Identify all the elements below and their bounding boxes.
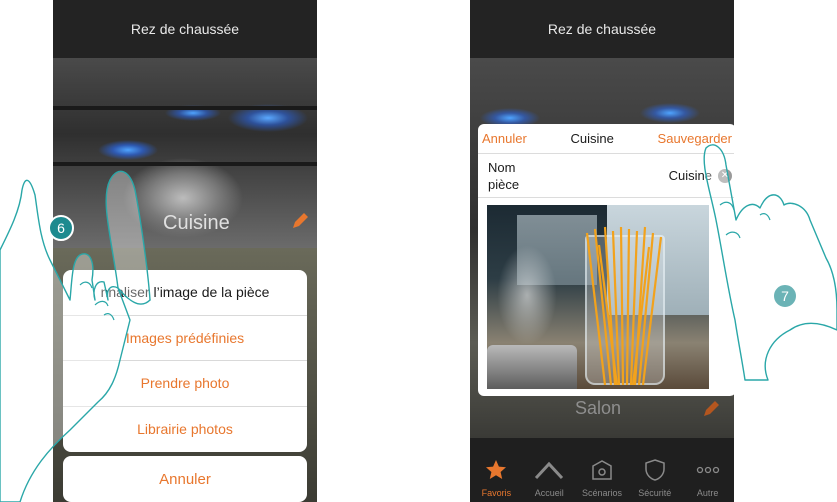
tab-favoris[interactable]: Favoris bbox=[470, 438, 523, 502]
pot-shape bbox=[487, 345, 577, 389]
screen-title-bar: Rez de chaussée bbox=[53, 0, 317, 58]
option-label: Prendre photo bbox=[140, 375, 230, 392]
tab-label: Favoris bbox=[481, 488, 512, 498]
spaghetti-shape bbox=[585, 226, 663, 385]
room-name-field[interactable]: Cuisine ✕ bbox=[669, 168, 732, 183]
more-icon bbox=[696, 466, 719, 474]
tab-scenarios[interactable]: Scénarios bbox=[576, 438, 629, 502]
home-icon bbox=[535, 461, 564, 480]
option-label: Images prédéfinies bbox=[125, 329, 245, 346]
scenarios-icon bbox=[592, 460, 612, 480]
sheet-header-label: nnaliser l’image de la pièce bbox=[100, 284, 270, 301]
tab-label: Accueil bbox=[534, 488, 564, 498]
step-number: 6 bbox=[57, 220, 65, 236]
right-phone-screen: Rez de chaussée Annuler Cuisine Sauvegar… bbox=[470, 0, 734, 502]
stove-grate bbox=[53, 106, 317, 110]
step-badge: 7 bbox=[772, 283, 798, 309]
option-label: Librairie photos bbox=[137, 421, 233, 438]
tab-autre[interactable]: Autre bbox=[681, 438, 734, 502]
room-name-field-label: Nom pièce bbox=[488, 159, 520, 192]
dialog-header: Annuler Cuisine Sauvegarder bbox=[478, 124, 734, 154]
predefined-images-option[interactable]: Images prédéfinies bbox=[63, 316, 307, 361]
left-phone-screen: Rez de chaussée Cuisine nnaliser l’image… bbox=[53, 0, 317, 502]
tab-label: Sécurité bbox=[638, 488, 672, 498]
step-number: 7 bbox=[781, 288, 789, 304]
room-name-label: Cuisine bbox=[163, 212, 230, 234]
dialog-title: Cuisine bbox=[570, 131, 614, 146]
tab-label: Autre bbox=[696, 488, 719, 498]
pencil-icon[interactable] bbox=[289, 210, 311, 232]
screen-title: Rez de chaussée bbox=[130, 21, 240, 37]
screen-title-bar: Rez de chaussée bbox=[470, 0, 734, 58]
room-name-row: Nom pièce Cuisine ✕ bbox=[478, 154, 734, 198]
room-name-value: Cuisine bbox=[668, 168, 712, 183]
background-room-label: Salon bbox=[575, 398, 622, 418]
sheet-header: nnaliser l’image de la pièce bbox=[63, 270, 307, 316]
cancel-button[interactable]: Annuler bbox=[63, 456, 307, 502]
tab-label: Scénarios bbox=[581, 488, 622, 498]
clear-icon[interactable]: ✕ bbox=[718, 168, 732, 183]
photo-library-option[interactable]: Librairie photos bbox=[63, 407, 307, 453]
instruction-illustration: Rez de chaussée Cuisine nnaliser l’image… bbox=[0, 0, 837, 502]
pencil-icon bbox=[704, 401, 719, 416]
edit-room-dialog: Annuler Cuisine Sauvegarder Nom pièce Cu… bbox=[478, 124, 734, 396]
star-icon bbox=[486, 460, 507, 479]
steam-shape bbox=[497, 245, 557, 345]
bottom-tab-bar: Favoris Accueil Scénarios Sécurité Autre bbox=[470, 438, 734, 502]
take-photo-option[interactable]: Prendre photo bbox=[63, 361, 307, 407]
tab-securite[interactable]: Sécurité bbox=[628, 438, 681, 502]
tab-accueil[interactable]: Accueil bbox=[523, 438, 576, 502]
stove-grate bbox=[53, 162, 317, 166]
screen-title: Rez de chaussée bbox=[547, 21, 657, 37]
step-badge: 6 bbox=[48, 215, 74, 241]
room-image-preview[interactable] bbox=[487, 205, 709, 389]
cancel-button-label: Annuler bbox=[159, 470, 211, 488]
shield-icon bbox=[645, 459, 665, 481]
customize-image-action-sheet: nnaliser l’image de la pièce Images préd… bbox=[63, 270, 307, 452]
dialog-cancel-button[interactable]: Annuler bbox=[482, 131, 527, 146]
save-button[interactable]: Sauvegarder bbox=[658, 131, 732, 146]
